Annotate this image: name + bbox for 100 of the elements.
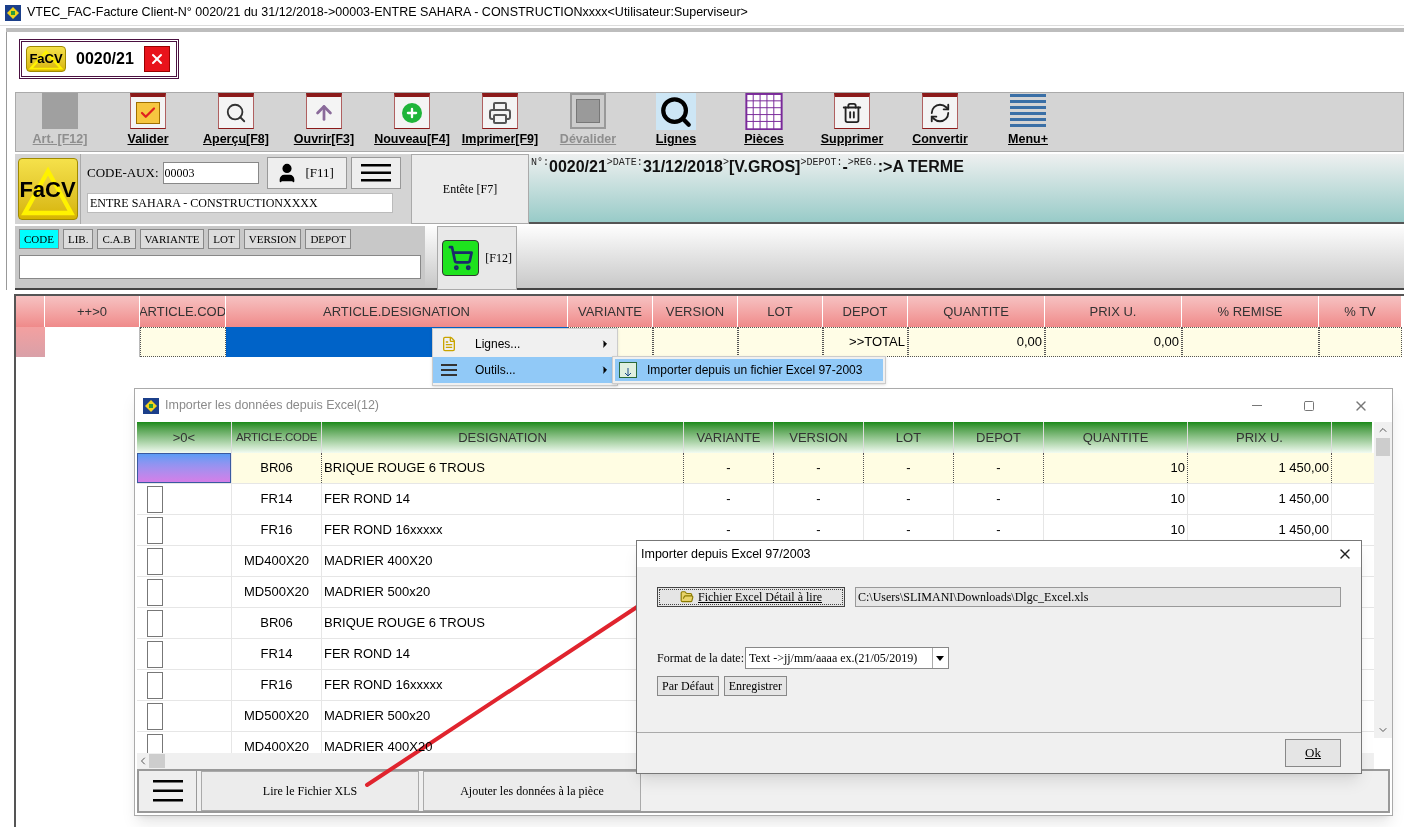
menu-icon <box>1010 93 1046 129</box>
checkbox[interactable] <box>147 578 163 606</box>
menu-button[interactable] <box>350 157 401 189</box>
table-cell: >>TOTAL <box>823 327 908 357</box>
search-icon <box>656 93 696 131</box>
column-header[interactable]: VERSION <box>653 296 738 327</box>
menu-item[interactable]: Importer depuis un fichier Excel 97-2003 <box>615 359 883 381</box>
column-header[interactable]: DEPOT <box>954 422 1044 453</box>
column-header[interactable]: VARIANTE <box>684 422 774 453</box>
toolbar-button[interactable]: Pièces <box>720 93 808 149</box>
file-path-field[interactable]: C:\Users\SLIMANI\Downloads\Dlgc_Excel.xls <box>855 587 1341 607</box>
table-cell: - <box>684 453 774 483</box>
checkbox[interactable] <box>147 485 163 513</box>
checkbox[interactable] <box>147 702 163 730</box>
checkbox[interactable] <box>147 671 163 699</box>
maximize-icon <box>1303 399 1315 412</box>
search-tab[interactable]: VERSION <box>243 229 302 249</box>
column-header[interactable] <box>16 296 45 327</box>
folder-icon <box>680 590 694 604</box>
search-tab[interactable]: VARIANTE <box>139 229 205 249</box>
column-header[interactable]: PRIX U. <box>1045 296 1182 327</box>
checkmark-icon <box>130 93 166 129</box>
checkbox[interactable] <box>147 609 163 637</box>
menu-icon <box>152 780 183 802</box>
grid-icon <box>745 93 783 131</box>
table-cell: FR16 <box>232 670 322 700</box>
toolbar-button[interactable]: Nouveau[F4] <box>368 93 456 149</box>
toolbar-button[interactable]: Convertir <box>896 93 984 149</box>
toolbar-button[interactable]: Lignes <box>632 93 720 149</box>
table-cell: - <box>864 453 954 483</box>
row-selector[interactable] <box>137 453 231 483</box>
column-header[interactable]: VERSION <box>774 422 864 453</box>
search-tab[interactable]: DEPOT <box>305 229 351 249</box>
cart-button[interactable]: [F12] <box>437 226 517 290</box>
toolbar-button[interactable]: Imprimer[F9] <box>456 93 544 149</box>
action-button[interactable]: Lire le Fichier XLS <box>201 771 419 811</box>
invoice-logo: FaCV <box>26 46 66 72</box>
dialog-button[interactable]: Enregistrer <box>723 676 787 696</box>
info-label: N°: <box>531 157 549 168</box>
scrollbar-thumb[interactable] <box>149 754 165 768</box>
cart-icon <box>442 240 480 276</box>
header-button[interactable]: Entête [F7] <box>411 154 529 224</box>
magnifier-icon <box>218 93 254 129</box>
plus-icon <box>394 93 430 129</box>
info-label: >DEPOT: <box>800 157 843 168</box>
checkbox[interactable] <box>147 516 163 544</box>
column-header[interactable]: >0< <box>137 422 232 453</box>
info-label: > <box>722 157 729 168</box>
toolbar-button[interactable]: Menu+ <box>984 93 1072 149</box>
table-cell: 1 450,00 <box>1188 453 1332 483</box>
search-tab[interactable]: LOT <box>208 229 240 249</box>
checkbox[interactable] <box>147 640 163 668</box>
search-tab[interactable]: LIB. <box>62 229 94 249</box>
code-aux-field[interactable]: 00003 <box>162 162 259 184</box>
column-header[interactable]: % REMISE <box>1182 296 1319 327</box>
date-format-value: Text ->jj/mm/aaaa ex.(21/05/2019) <box>749 650 918 667</box>
column-header[interactable]: DEPOT <box>823 296 908 327</box>
document-tab[interactable]: FaCV 0020/21 <box>19 39 179 79</box>
toolbar-button[interactable]: Supprimer <box>808 93 896 149</box>
search-field[interactable] <box>19 255 421 279</box>
column-header[interactable]: VARIANTE <box>568 296 653 327</box>
client-button[interactable]: [F11] <box>266 157 347 189</box>
toolbar-button[interactable]: Valider <box>104 93 192 149</box>
vertical-scrollbar[interactable] <box>1374 422 1392 738</box>
table-cell: 0,00 <box>908 327 1045 357</box>
search-tab[interactable]: CODE <box>19 229 59 249</box>
file-button[interactable]: Fichier Excel Détail à lire <box>657 587 845 607</box>
action-button[interactable]: Ajouter les données à la pièce <box>423 771 641 811</box>
column-header <box>1332 422 1372 453</box>
search-tab[interactable]: C.A.B <box>97 229 136 249</box>
column-header[interactable]: ++>0 <box>45 296 140 327</box>
dialog-button[interactable]: Par Défaut <box>657 676 719 696</box>
app-icon <box>143 397 159 414</box>
table-cell: - <box>684 484 774 514</box>
menu-item[interactable]: Lignes... <box>433 331 617 357</box>
column-header[interactable]: PRIX U. <box>1188 422 1332 453</box>
close-button[interactable] <box>143 46 170 72</box>
info-value: [V.GROS] <box>728 158 801 175</box>
column-header[interactable]: QUANTITE <box>908 296 1045 327</box>
table-cell: 0,00 <box>1045 327 1182 357</box>
table-cell: - <box>774 453 864 483</box>
column-header[interactable]: % TV <box>1319 296 1402 327</box>
toolbar-button[interactable]: Aperçu[F8] <box>192 93 280 149</box>
ok-button[interactable]: Ok <box>1285 739 1341 767</box>
table-cell: MD500X20 <box>232 701 322 731</box>
table-cell: - <box>954 484 1044 514</box>
client-name-field[interactable]: ENTRE SAHARA - CONSTRUCTIONXXXX <box>87 193 393 213</box>
column-header[interactable]: LOT <box>864 422 954 453</box>
column-header[interactable]: QUANTITE <box>1044 422 1188 453</box>
column-header[interactable]: LOT <box>738 296 823 327</box>
toolbar-button[interactable]: Ouvrir[F3] <box>280 93 368 149</box>
trash-icon <box>834 93 870 129</box>
checkbox[interactable] <box>147 547 163 575</box>
column-header[interactable]: DESIGNATION <box>322 422 684 453</box>
table-cell: FER ROND 14 <box>322 484 684 514</box>
checkbox[interactable] <box>147 733 163 753</box>
scrollbar-thumb[interactable] <box>1376 438 1390 456</box>
column-header[interactable]: ARTICLE.CODE <box>232 422 322 453</box>
column-header[interactable]: ARTICLE.DESIGNATION <box>226 296 568 327</box>
date-format-select[interactable]: Text ->jj/mm/aaaa ex.(21/05/2019) <box>745 647 949 669</box>
